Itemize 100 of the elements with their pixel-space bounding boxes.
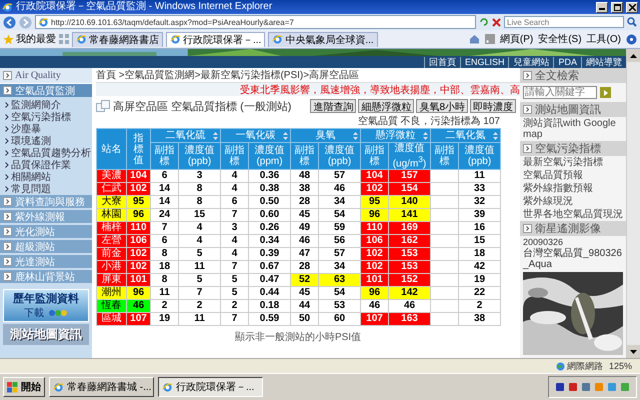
table-cell: 50 (290, 312, 318, 326)
table-cell: 19 (458, 274, 500, 287)
taskbar-button[interactable]: 行政院環保署－... (158, 377, 263, 397)
table-cell: 7 (220, 208, 248, 222)
sort-icon[interactable] (493, 132, 498, 140)
table-cell: 6 (220, 196, 248, 209)
minimize-button[interactable] (596, 2, 608, 12)
tab-grid-icon[interactable] (59, 34, 69, 44)
query-button[interactable]: 進階查詢 (310, 99, 356, 113)
menu-button[interactable]: 安全性(S) (538, 32, 582, 46)
sidebar-subitem[interactable]: 相關網站 (0, 171, 92, 183)
panel-link[interactable]: 測站資訊with Google map (520, 117, 626, 141)
table-cell: 15 (178, 208, 220, 222)
sort-icon[interactable] (283, 132, 288, 140)
column-header: 濃度值 (ug/m$^{3}$) (388, 142, 430, 170)
table-cell: 157 (388, 170, 430, 183)
chevron-box-icon (3, 242, 12, 251)
panel-link[interactable]: 紫外線現況 (520, 195, 626, 208)
close-icon (628, 4, 636, 10)
stop-icon[interactable] (492, 18, 501, 26)
taskbar-button[interactable]: 常春藤網路書城 -... (49, 377, 154, 397)
table-cell: 162 (388, 234, 430, 248)
download-banner[interactable]: 歷年監測資料 下載 (3, 289, 89, 322)
sidebar-subitem[interactable]: 空氣品質趨勢分析 (0, 147, 92, 159)
browser-tab[interactable]: 行政院環保署－... (166, 32, 266, 46)
sidebar-subitem[interactable]: 沙塵暴 (0, 123, 92, 135)
table-cell: 7 (150, 222, 178, 235)
go-button[interactable] (600, 87, 611, 98)
address-field[interactable]: http://210.69.101.63/taqm/default.aspx?mod=PsiAreaHourly&area=7 (35, 15, 476, 29)
browser-tab[interactable]: 中央氣象局全球資... (268, 32, 378, 46)
home-icon[interactable] (468, 34, 480, 44)
star-icon (3, 34, 14, 44)
panel-link[interactable]: 世界各地空氣品質現況 (520, 208, 626, 221)
back-icon[interactable] (3, 16, 16, 28)
query-button[interactable]: 細懸浮微粒 (358, 99, 414, 113)
search-icon[interactable] (627, 17, 637, 27)
nav-link[interactable]: 回首頁 (424, 56, 460, 68)
browser-icon (2, 2, 13, 12)
menu-button[interactable]: 工具(O) (586, 32, 621, 46)
sidebar-subitem[interactable]: 空氣污染指標 (0, 111, 92, 123)
table-cell: 38 (290, 182, 318, 196)
zoom-level[interactable]: 125% (608, 361, 632, 371)
menu-button[interactable]: 網頁(P) (500, 32, 534, 46)
sidebar-subitem[interactable]: 品質保證作業 (0, 159, 92, 171)
panel-link[interactable]: 最新空氣污染指標 (520, 156, 626, 169)
query-button[interactable]: 即時濃度 (470, 99, 516, 113)
table-cell: 6 (150, 170, 178, 183)
column-header: 濃度值 (ppb) (458, 142, 500, 170)
table-cell: 8 (178, 196, 220, 209)
sort-icon[interactable] (353, 132, 358, 140)
station-cell: 仁武 (96, 182, 126, 196)
sort-icon[interactable] (423, 132, 428, 140)
column-header[interactable]: 指標值 (126, 128, 150, 170)
column-header[interactable]: 一氧化碳 (220, 128, 290, 142)
close-button[interactable] (626, 2, 638, 12)
sidebar-subitem[interactable]: 環境遙測 (0, 135, 92, 147)
column-header[interactable]: 臭氧 (290, 128, 360, 142)
table-cell: 4 (220, 234, 248, 248)
table-cell: 169 (388, 222, 430, 235)
sidebar-subitem[interactable]: 常見問題 (0, 183, 92, 195)
sidebar-subitem[interactable]: 監測網簡介 (0, 99, 92, 111)
image-date: 20090326 (522, 236, 564, 248)
column-header[interactable]: 二氧化硫 (150, 128, 220, 142)
panel-link[interactable]: 空氣品質預報 (520, 169, 626, 182)
table-cell: 5 (220, 274, 248, 287)
table-cell: 63 (318, 274, 360, 287)
table-cell: 11 (150, 286, 178, 300)
table-cell: 49 (290, 222, 318, 235)
search-field[interactable]: Live Search (504, 16, 624, 28)
forward-icon[interactable] (19, 16, 32, 28)
table-cell: 39 (458, 208, 500, 222)
table-cell: 0.44 (248, 286, 290, 300)
scroll-down-button[interactable] (627, 345, 640, 358)
station-cell: 前金 (96, 248, 126, 261)
browser-tab[interactable]: 常春藤網路書店 (72, 32, 163, 46)
chevron-box-icon (3, 86, 12, 95)
refresh-icon[interactable] (479, 17, 489, 27)
chevron-box-icon (3, 227, 12, 236)
table-cell: 0.26 (248, 222, 290, 235)
table-cell: 5 (178, 274, 220, 287)
favorites-button[interactable]: 我的最愛 (3, 32, 56, 46)
table-cell: 0.18 (248, 300, 290, 313)
column-header: 站名 (96, 128, 126, 170)
sort-icon[interactable] (213, 132, 218, 140)
query-button[interactable]: 臭氧8小時 (416, 99, 468, 113)
nav-link[interactable]: ENGLISH (460, 56, 508, 68)
column-header: 副指標 (290, 142, 318, 170)
table-cell: 2 (458, 300, 500, 313)
maximize-button[interactable] (611, 2, 623, 12)
zone-status: 網際網路 (556, 360, 603, 372)
station-cell: 楠梓 (96, 222, 126, 235)
start-button[interactable]: 開始 (3, 377, 45, 397)
column-header[interactable]: 二氧化氮 (430, 128, 500, 142)
panel-link[interactable]: 紫外線指數預報 (520, 182, 626, 195)
image-caption[interactable]: 台灣空氣品質_980326_Aqua (520, 248, 626, 270)
column-header[interactable]: 懸浮微粒 (360, 128, 430, 142)
station-cell: 區城 (96, 312, 126, 326)
table-cell: 0.50 (248, 196, 290, 209)
table-cell: 48 (290, 170, 318, 183)
scroll-up-button[interactable] (627, 49, 640, 62)
